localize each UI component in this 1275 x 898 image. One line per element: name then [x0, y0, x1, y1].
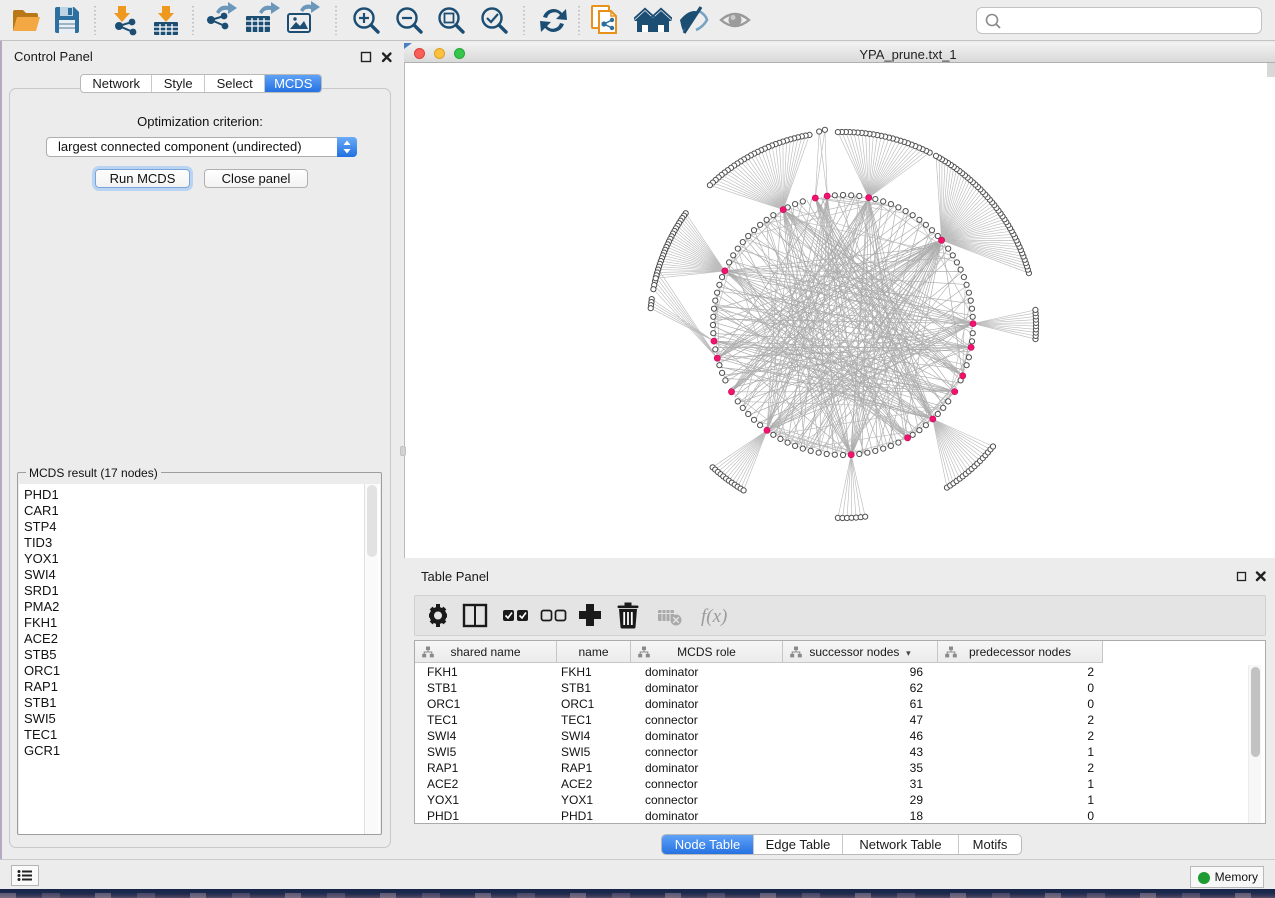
svg-text:f(x): f(x): [701, 606, 727, 627]
